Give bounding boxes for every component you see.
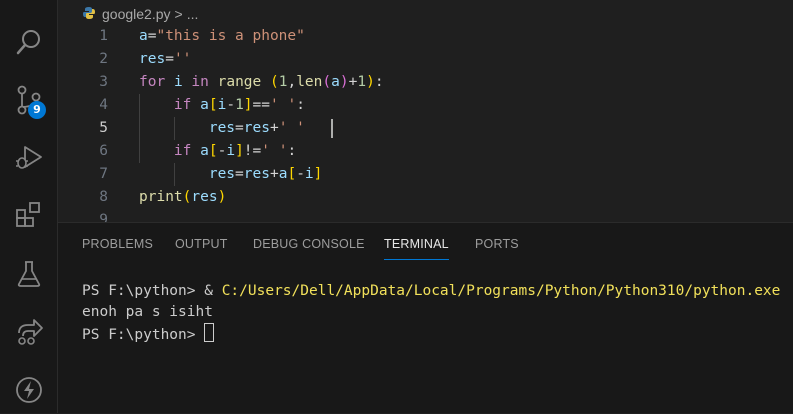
run-debug-icon[interactable] (0, 134, 58, 182)
line-number: 5 (99, 120, 108, 136)
tab-terminal[interactable]: TERMINAL (384, 237, 449, 260)
line-number: 7 (99, 166, 108, 182)
terminal[interactable]: PS F:\python> & C:/Users/Dell/AppData/Lo… (82, 281, 780, 346)
breadcrumb-separator: > (174, 6, 183, 22)
breadcrumb: google2.py > ... (82, 4, 198, 24)
indent-guide (173, 163, 175, 186)
code-line[interactable]: 6 if a[-i]!=' ': (58, 140, 793, 163)
testing-icon[interactable] (0, 250, 58, 298)
code-line[interactable]: 5 res=res+' ' (58, 117, 793, 140)
terminal-command-operator: & (204, 283, 222, 299)
tab-output[interactable]: OUTPUT (175, 237, 228, 259)
lightning-icon[interactable] (0, 366, 58, 414)
breadcrumb-ellipsis[interactable]: ... (187, 6, 199, 22)
text-cursor (330, 119, 333, 138)
code-text: res=res+' ' (208, 120, 305, 136)
source-control-badge: 9 (28, 101, 46, 119)
code-text: res=res+a[-i] (208, 166, 323, 182)
line-number: 8 (99, 189, 108, 205)
code-line[interactable]: 2 res='' (58, 48, 793, 71)
code-line[interactable]: 1 a="this is a phone" (58, 25, 793, 48)
code-line[interactable]: 7 res=res+a[-i] (58, 163, 793, 186)
indent-guide (139, 94, 140, 163)
search-icon[interactable] (0, 18, 58, 66)
indent-guide (173, 117, 175, 140)
tab-problems[interactable]: PROBLEMS (82, 237, 153, 259)
code-line[interactable]: 3 for i in range (1,len(a)+1): (58, 71, 793, 94)
line-number: 9 (99, 212, 108, 222)
line-number: 3 (99, 74, 108, 90)
activity-bar: 9 (0, 0, 58, 413)
code-text: res='' (139, 51, 192, 67)
line-number: 1 (99, 28, 108, 44)
code-text: for i in range (1,len(a)+1): (139, 74, 384, 90)
extensions-icon[interactable] (0, 192, 58, 240)
terminal-cursor (204, 323, 215, 342)
code-text: print(res) (139, 189, 227, 205)
code-text: if a[-i]!=' ': (173, 143, 297, 159)
terminal-command-path: C:/Users/Dell/AppData/Local/Programs/Pyt… (221, 283, 781, 299)
python-file-icon (82, 6, 96, 23)
code-line[interactable]: 4 if a[i-1]==' ': (58, 94, 793, 117)
editor[interactable]: google2.py > ... 1 a="this is a phone" 2 re… (58, 0, 793, 222)
panel-tabs: PROBLEMS OUTPUT DEBUG CONSOLE TERMINAL PORTS (58, 223, 793, 263)
line-number: 2 (99, 51, 108, 67)
tab-ports[interactable]: PORTS (475, 237, 519, 259)
code-line[interactable]: 8 print(res) (58, 186, 793, 209)
line-number: 4 (99, 97, 108, 113)
terminal-prompt: PS F:\python> (82, 283, 205, 299)
line-number: 6 (99, 143, 108, 159)
remote-share-icon[interactable] (0, 308, 58, 356)
code-line[interactable]: 9 (58, 209, 793, 222)
tab-debug-console[interactable]: DEBUG CONSOLE (253, 237, 365, 259)
terminal-prompt: PS F:\python> (82, 327, 205, 343)
breadcrumb-file[interactable]: google2.py (102, 6, 171, 22)
bottom-panel: PROBLEMS OUTPUT DEBUG CONSOLE TERMINAL PORTS… (58, 222, 793, 413)
source-control-icon[interactable] (0, 76, 58, 124)
terminal-output: enoh pa s isiht (82, 304, 213, 320)
code-text: if a[i-1]==' ': (173, 97, 305, 113)
code-text: a="this is a phone" (139, 28, 305, 44)
